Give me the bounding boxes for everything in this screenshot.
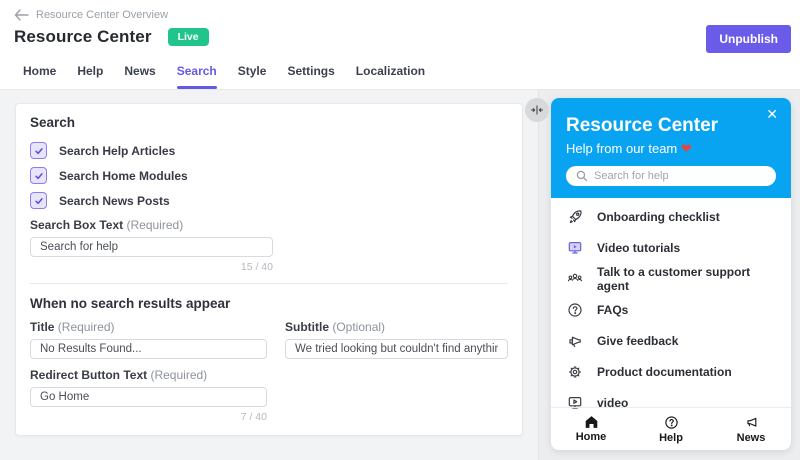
preview-subtitle: Help from our team ❤ xyxy=(566,141,692,156)
module-label: Video tutorials xyxy=(597,240,681,255)
help-icon xyxy=(664,415,679,430)
tab-home[interactable]: Home xyxy=(23,64,56,89)
unpublish-button[interactable]: Unpublish xyxy=(706,25,791,53)
module-list: Onboarding checklist Video tutorials Tal… xyxy=(551,198,791,418)
search-settings-card: Search Search Help Articles Search Home … xyxy=(15,103,523,436)
people-icon xyxy=(566,271,583,287)
breadcrumb[interactable]: Resource Center Overview xyxy=(14,9,168,21)
preview-title: Resource Center xyxy=(566,115,719,136)
page-title: Resource Center xyxy=(14,27,152,46)
divider xyxy=(30,283,508,284)
main-area: ✕ Resource Center Help from our team ❤ S… xyxy=(0,90,800,460)
module-label: Onboarding checklist xyxy=(597,209,720,224)
checkbox-search-news-posts[interactable]: Search News Posts xyxy=(30,192,508,209)
tab-search[interactable]: Search xyxy=(176,64,217,89)
search-box-text-label: Search Box Text (Required) xyxy=(30,218,184,232)
status-badge: Live xyxy=(167,28,209,46)
module-video-tutorials[interactable]: Video tutorials xyxy=(566,232,776,263)
preview-search-input[interactable] xyxy=(566,166,776,186)
title-label: Title (Required) xyxy=(30,320,115,334)
heart-icon: ❤ xyxy=(680,141,692,156)
tab-help[interactable]: Help xyxy=(77,64,103,89)
tab-settings[interactable]: Settings xyxy=(287,64,334,89)
nav-label: Help xyxy=(659,431,683,444)
nav-help[interactable]: Help xyxy=(631,408,711,450)
breadcrumb-label[interactable]: Resource Center Overview xyxy=(36,9,168,21)
checkbox-search-home-modules[interactable]: Search Home Modules xyxy=(30,167,508,184)
preview-panel: ✕ Resource Center Help from our team ❤ S… xyxy=(538,90,800,460)
panel-resize-handle[interactable] xyxy=(525,98,549,122)
module-give-feedback[interactable]: Give feedback xyxy=(566,325,776,356)
checkbox-icon[interactable] xyxy=(30,142,47,159)
redirect-button-text-input[interactable] xyxy=(30,387,267,407)
tab-localization[interactable]: Localization xyxy=(356,64,425,89)
search-icon xyxy=(575,169,589,183)
preview-header: ✕ Resource Center Help from our team ❤ xyxy=(551,98,791,198)
rocket-icon xyxy=(566,209,583,225)
close-icon[interactable]: ✕ xyxy=(766,107,778,121)
checkbox-label: Search News Posts xyxy=(59,193,170,208)
section-title: Search xyxy=(30,115,76,130)
preview-bottom-nav: Home Help News xyxy=(551,407,791,450)
home-icon xyxy=(584,415,599,429)
char-counter: 7 / 40 xyxy=(240,411,267,423)
no-results-heading: When no search results appear xyxy=(30,296,231,311)
nav-home[interactable]: Home xyxy=(551,408,631,450)
nav-news[interactable]: News xyxy=(711,408,791,450)
redirect-button-text-label: Redirect Button Text (Required) xyxy=(30,368,208,382)
app-header: Resource Center Overview Resource Center… xyxy=(0,0,800,90)
back-arrow-icon[interactable] xyxy=(14,9,29,21)
nav-label: Home xyxy=(575,431,607,443)
checkbox-icon[interactable] xyxy=(30,167,47,184)
question-circle-icon xyxy=(566,302,583,318)
checkbox-label: Search Home Modules xyxy=(59,168,188,183)
module-onboarding-checklist[interactable]: Onboarding checklist xyxy=(566,201,776,232)
module-label: Product documentation xyxy=(597,364,732,379)
tab-style[interactable]: Style xyxy=(238,64,267,89)
search-box-text-input[interactable] xyxy=(30,237,273,257)
module-label: FAQs xyxy=(597,302,629,317)
tab-news[interactable]: News xyxy=(124,64,155,89)
module-label: Talk to a customer support agent xyxy=(597,264,751,293)
checkbox-label: Search Help Articles xyxy=(59,143,176,158)
tab-bar: Home Help News Search Style Settings Loc… xyxy=(23,64,425,89)
subtitle-label: Subtitle (Optional) xyxy=(285,320,386,334)
nav-label: News xyxy=(736,431,766,444)
resource-center-preview: ✕ Resource Center Help from our team ❤ S… xyxy=(551,98,791,450)
gear-icon xyxy=(566,364,583,380)
module-label: Give feedback xyxy=(597,333,679,348)
megaphone-icon xyxy=(566,333,583,349)
module-product-documentation[interactable]: Product documentation xyxy=(566,356,776,387)
resize-arrows-icon xyxy=(530,105,544,115)
module-support-agent[interactable]: Talk to a customer support agent xyxy=(566,263,776,294)
checkbox-icon[interactable] xyxy=(30,192,47,209)
checkbox-search-help-articles[interactable]: Search Help Articles xyxy=(30,142,508,159)
char-counter: 15 / 40 xyxy=(240,261,273,273)
subtitle-input[interactable] xyxy=(285,339,508,359)
video-monitor-icon xyxy=(566,240,583,256)
title-input[interactable] xyxy=(30,339,267,359)
news-icon xyxy=(744,415,759,430)
module-faqs[interactable]: FAQs xyxy=(566,294,776,325)
